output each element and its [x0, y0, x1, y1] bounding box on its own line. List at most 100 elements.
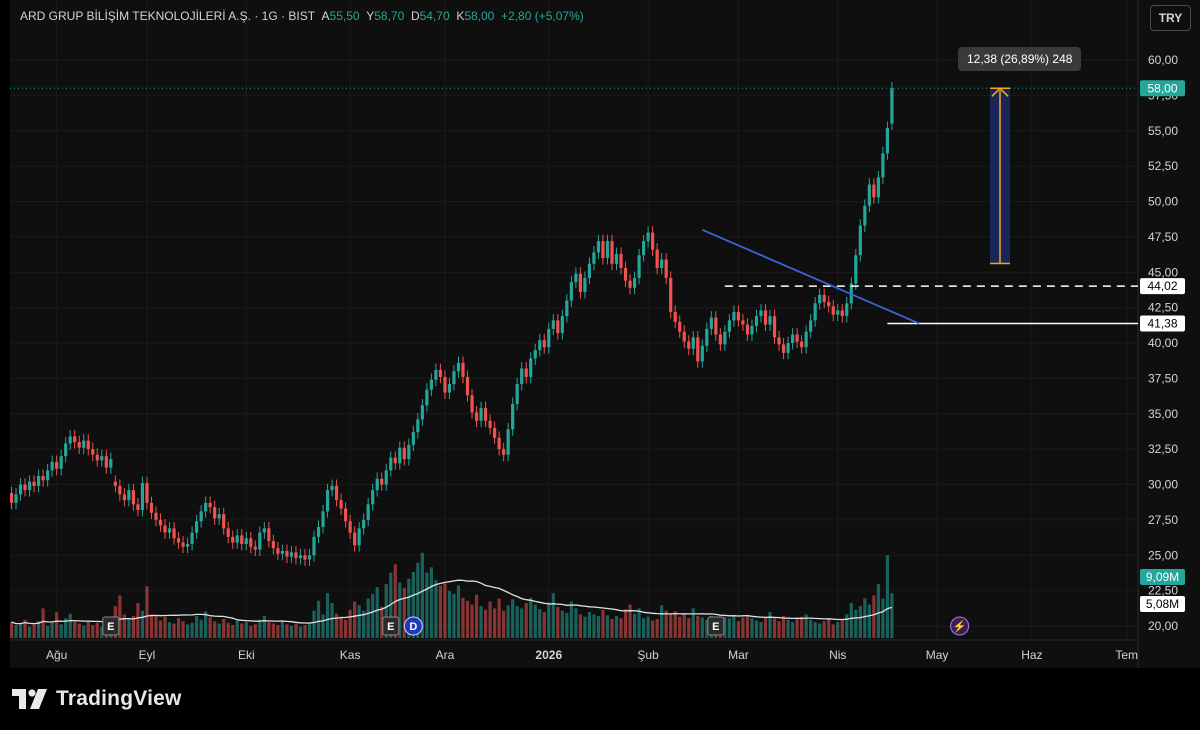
candle-body — [267, 528, 271, 542]
candle-body — [538, 340, 542, 351]
candle-body — [867, 184, 871, 206]
candle-body — [542, 340, 546, 348]
interval[interactable]: 1G — [262, 9, 278, 23]
candle-body — [858, 225, 862, 256]
volume-bar — [786, 619, 790, 638]
x-tick-label: Haz — [1021, 648, 1042, 662]
volume-bar — [231, 625, 235, 638]
volume-bar — [551, 593, 555, 638]
candle-body — [479, 408, 483, 421]
volume-label: 9,09M — [1146, 570, 1179, 584]
candle-body — [786, 343, 790, 353]
volume-bar — [77, 623, 81, 638]
close-value: 58,00 — [464, 9, 495, 23]
volume-bar — [664, 610, 668, 638]
candle-body — [285, 551, 289, 557]
open-value: 55,50 — [329, 9, 360, 23]
volume-bar — [520, 608, 524, 638]
volume-bar — [344, 619, 348, 638]
candle-body — [465, 376, 470, 396]
candle-body — [885, 127, 890, 154]
y-tick-label: 50,00 — [1148, 195, 1178, 209]
volume-bar — [569, 601, 573, 638]
candle-body — [131, 490, 136, 505]
event-marker-label: D — [409, 621, 417, 633]
volume-bar — [610, 619, 614, 638]
chart-frame: 20,00 22,50 25,00 27,50 30,00 32,50 35,00 37,50… — [10, 0, 1200, 668]
candle-body — [781, 344, 786, 353]
candle-body — [136, 504, 140, 510]
volume-bar — [845, 614, 849, 638]
volume-bar — [470, 604, 474, 638]
price-label: 41,38 — [1147, 316, 1177, 330]
x-tick-label: Kas — [340, 648, 361, 662]
candle-body — [750, 326, 754, 335]
candle-body — [813, 303, 817, 321]
volume-bar — [836, 622, 840, 638]
volume-bar — [660, 605, 664, 638]
candle-body — [55, 461, 59, 469]
candle-body — [768, 316, 772, 325]
volume-bar — [574, 608, 578, 638]
candle-body — [452, 371, 456, 385]
volume-bar — [32, 624, 36, 638]
volume-bar — [127, 619, 131, 638]
volume-bar — [176, 618, 181, 638]
volume-bar — [587, 612, 592, 638]
x-tick-label: Ağu — [46, 648, 67, 662]
event-marker-label: E — [387, 621, 394, 633]
candle-body — [199, 511, 203, 522]
candle-body — [515, 384, 519, 404]
volume-bar — [95, 622, 99, 638]
candle-body — [321, 511, 325, 527]
tradingview-logo[interactable]: TradingView — [12, 687, 182, 711]
candle-body — [64, 443, 68, 457]
candle-body — [77, 442, 81, 448]
volume-bar — [185, 624, 190, 638]
volume-bar — [605, 615, 610, 638]
candle-body — [244, 538, 248, 544]
y-tick-label: 25,00 — [1148, 548, 1178, 562]
candle-body — [253, 546, 257, 550]
candle-body — [154, 512, 158, 520]
volume-bar — [560, 610, 564, 638]
candle-body — [226, 528, 230, 537]
candle-body — [601, 241, 605, 259]
candle-body — [628, 280, 632, 288]
y-tick-label: 42,50 — [1148, 301, 1178, 315]
volume-bar — [10, 622, 14, 638]
y-tick-label: 40,00 — [1148, 336, 1178, 350]
candle-body — [50, 461, 54, 471]
candle-body — [407, 444, 411, 460]
volume-bar — [547, 602, 551, 638]
symbol-name[interactable]: ARD GRUP BİLİŞİM TEKNOLOJİLERİ A.Ş. — [20, 9, 251, 23]
candle-body — [195, 521, 199, 533]
candle-body — [709, 317, 713, 329]
candle-body — [872, 184, 876, 198]
candle-body — [429, 379, 433, 390]
legend-sep: · — [281, 9, 286, 23]
currency-button[interactable]: TRY — [1150, 5, 1191, 31]
volume-bar — [217, 623, 221, 638]
volume-bar — [465, 600, 470, 638]
candle-body — [262, 528, 266, 533]
candle-body — [461, 362, 465, 377]
price-chart[interactable]: 20,00 22,50 25,00 27,50 30,00 32,50 35,00 37,50… — [10, 0, 1200, 668]
volume-bar — [249, 625, 253, 638]
volume-bar — [642, 618, 646, 638]
volume-bar — [307, 622, 312, 638]
candle-body — [745, 324, 750, 335]
volume-bar — [298, 626, 303, 638]
x-tick-label: Eyl — [139, 648, 156, 662]
candle-body — [655, 249, 659, 269]
volume-bar — [827, 619, 831, 638]
candle-body — [705, 328, 709, 346]
volume-bar — [619, 618, 623, 638]
candle-body — [109, 459, 113, 468]
x-tick-label: 2026 — [535, 648, 562, 662]
candle-body — [294, 552, 298, 559]
candle-body — [434, 369, 438, 380]
candle-body — [217, 514, 221, 519]
candle-body — [529, 358, 533, 377]
candle-body — [511, 403, 515, 430]
